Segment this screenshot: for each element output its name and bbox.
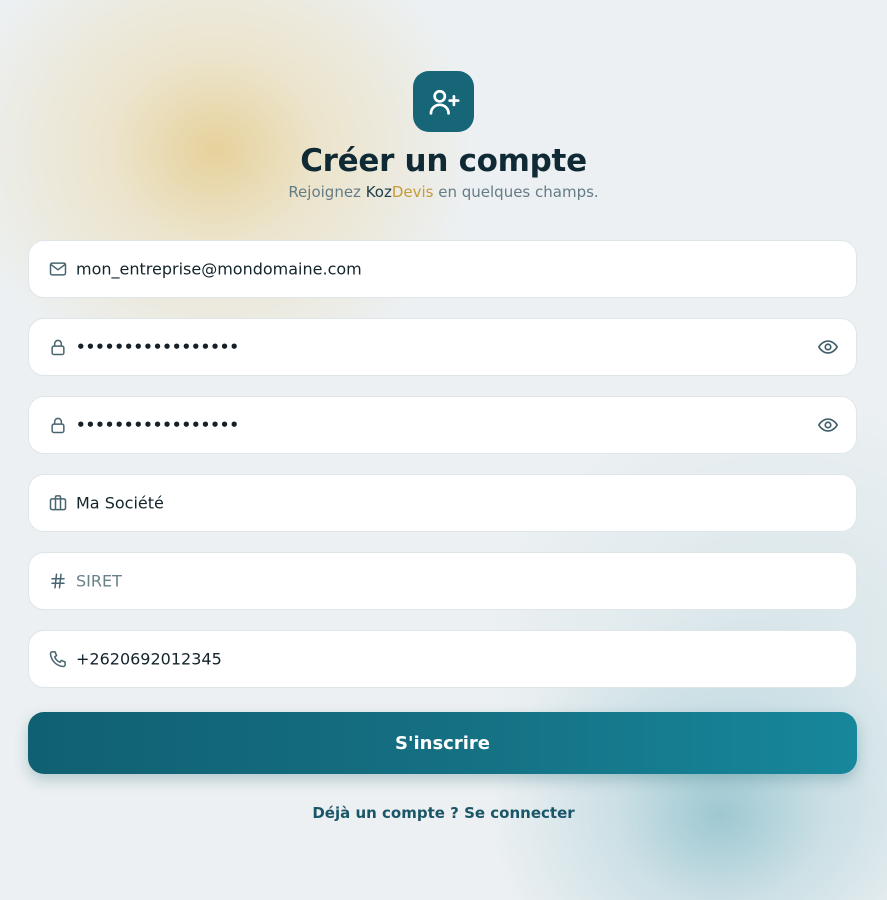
lock-icon <box>47 336 69 358</box>
logo-badge <box>413 71 474 132</box>
subtitle-prefix: Rejoignez <box>288 183 366 201</box>
page-title: Créer un compte <box>300 143 587 179</box>
brand-koz: Koz <box>365 183 392 201</box>
company-field[interactable]: Ma Société <box>28 474 857 532</box>
password-value: ••••••••••••••••• <box>76 338 239 356</box>
eye-icon[interactable] <box>816 335 840 359</box>
signup-button-label: S'inscrire <box>395 732 490 754</box>
brand-devis: Devis <box>391 183 434 201</box>
briefcase-icon <box>47 492 69 514</box>
email-value: mon_entreprise@mondomaine.com <box>76 259 362 279</box>
siret-placeholder: SIRET <box>76 571 122 591</box>
password-field[interactable]: ••••••••••••••••• <box>28 318 857 376</box>
siret-field[interactable]: SIRET <box>28 552 857 610</box>
company-value: Ma Société <box>76 493 164 513</box>
email-field[interactable]: mon_entreprise@mondomaine.com <box>28 240 857 298</box>
phone-icon <box>47 648 69 670</box>
user-plus-icon <box>429 89 460 115</box>
signup-button[interactable]: S'inscrire <box>28 712 857 774</box>
password-confirm-value: ••••••••••••••••• <box>76 416 239 434</box>
subtitle-suffix: en quelques champs. <box>433 183 599 201</box>
page-subtitle: Rejoignez KozDevis en quelques champs. <box>0 183 887 201</box>
phone-field[interactable]: +2620692012345 <box>28 630 857 688</box>
lock-icon <box>47 414 69 436</box>
login-link[interactable]: Déjà un compte ? Se connecter <box>0 804 887 822</box>
password-confirm-field[interactable]: ••••••••••••••••• <box>28 396 857 454</box>
hash-icon <box>47 570 69 592</box>
mail-icon <box>47 258 69 280</box>
phone-value: +2620692012345 <box>76 649 222 669</box>
eye-icon[interactable] <box>816 413 840 437</box>
